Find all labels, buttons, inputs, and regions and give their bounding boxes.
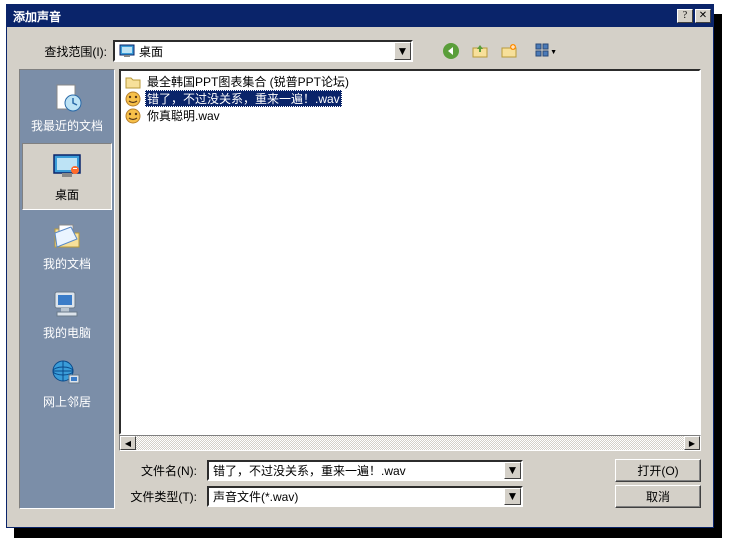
filetype-combobox[interactable]: 声音文件(*.wav) ▼ bbox=[207, 486, 523, 507]
audio-file-icon bbox=[125, 91, 141, 107]
file-name: 错了，不过没关系，重来一遍！.wav bbox=[145, 90, 342, 107]
recent-docs-icon bbox=[51, 81, 83, 113]
lookin-label: 查找范围(I): bbox=[19, 43, 107, 60]
dialog-window: 添加声音 ? ✕ 查找范围(I): 桌面 ▼ bbox=[6, 4, 714, 528]
new-folder-icon bbox=[500, 42, 518, 60]
lookin-value: 桌面 bbox=[139, 43, 163, 60]
places-recent-label: 我最近的文档 bbox=[31, 117, 103, 134]
file-name: 你真聪明.wav bbox=[145, 107, 222, 124]
places-mycomputer[interactable]: 我的电脑 bbox=[22, 281, 112, 348]
places-mydocs[interactable]: 我的文档 bbox=[22, 212, 112, 279]
filetype-label: 文件类型(T): bbox=[119, 488, 197, 505]
list-item[interactable]: 你真聪明.wav bbox=[123, 107, 697, 124]
list-item[interactable]: 最全韩国PPT图表集合 (锐普PPT论坛) bbox=[123, 73, 697, 90]
folder-icon bbox=[125, 74, 141, 90]
open-button[interactable]: 打开(O) bbox=[615, 459, 701, 482]
filename-label: 文件名(N): bbox=[119, 462, 197, 479]
filetype-value: 声音文件(*.wav) bbox=[213, 488, 298, 505]
list-item[interactable]: 错了，不过没关系，重来一遍！.wav bbox=[123, 90, 697, 107]
up-button[interactable] bbox=[468, 40, 491, 62]
view-icon bbox=[535, 43, 551, 59]
titlebar: 添加声音 ? ✕ bbox=[7, 5, 713, 27]
filetype-dropdown-button[interactable]: ▼ bbox=[504, 488, 521, 505]
places-mydocs-label: 我的文档 bbox=[43, 255, 91, 272]
lookin-combobox[interactable]: 桌面 ▼ bbox=[113, 40, 413, 62]
window-title: 添加声音 bbox=[13, 8, 677, 25]
places-recent[interactable]: 我最近的文档 bbox=[22, 74, 112, 141]
filename-value: 错了，不过没关系，重来一遍！.wav bbox=[213, 462, 406, 479]
filename-dropdown-button[interactable]: ▼ bbox=[504, 462, 521, 479]
places-bar: 我最近的文档 桌面 我的文档 我的电脑 网上邻居 bbox=[19, 69, 115, 509]
audio-file-icon bbox=[125, 108, 141, 124]
back-arrow-icon bbox=[442, 42, 460, 60]
scroll-right-button[interactable]: ▶ bbox=[684, 436, 700, 450]
places-desktop-label: 桌面 bbox=[55, 186, 79, 203]
file-name: 最全韩国PPT图表集合 (锐普PPT论坛) bbox=[145, 73, 351, 90]
new-folder-button[interactable] bbox=[497, 40, 520, 62]
network-icon bbox=[51, 357, 83, 389]
scroll-track[interactable] bbox=[136, 436, 684, 450]
computer-icon bbox=[51, 288, 83, 320]
places-desktop[interactable]: 桌面 bbox=[22, 143, 112, 210]
mydocs-icon bbox=[51, 219, 83, 251]
scroll-left-button[interactable]: ◀ bbox=[120, 436, 136, 450]
cancel-button[interactable]: 取消 bbox=[615, 485, 701, 508]
back-button[interactable] bbox=[439, 40, 462, 62]
desktop-icon bbox=[119, 43, 135, 59]
close-button[interactable]: ✕ bbox=[695, 9, 711, 23]
filename-combobox[interactable]: 错了，不过没关系，重来一遍！.wav ▼ bbox=[207, 460, 523, 481]
file-list[interactable]: 最全韩国PPT图表集合 (锐普PPT论坛) 错了，不过没关系，重来一遍！.wav… bbox=[119, 69, 701, 435]
lookin-dropdown-button[interactable]: ▼ bbox=[394, 42, 411, 60]
folder-up-icon bbox=[471, 42, 489, 60]
places-network[interactable]: 网上邻居 bbox=[22, 350, 112, 417]
view-menu-button[interactable] bbox=[526, 40, 560, 62]
horizontal-scrollbar[interactable]: ◀ ▶ bbox=[119, 435, 701, 451]
places-network-label: 网上邻居 bbox=[43, 393, 91, 410]
places-mycomputer-label: 我的电脑 bbox=[43, 324, 91, 341]
desktop-big-icon bbox=[51, 150, 83, 182]
help-button[interactable]: ? bbox=[677, 9, 693, 23]
